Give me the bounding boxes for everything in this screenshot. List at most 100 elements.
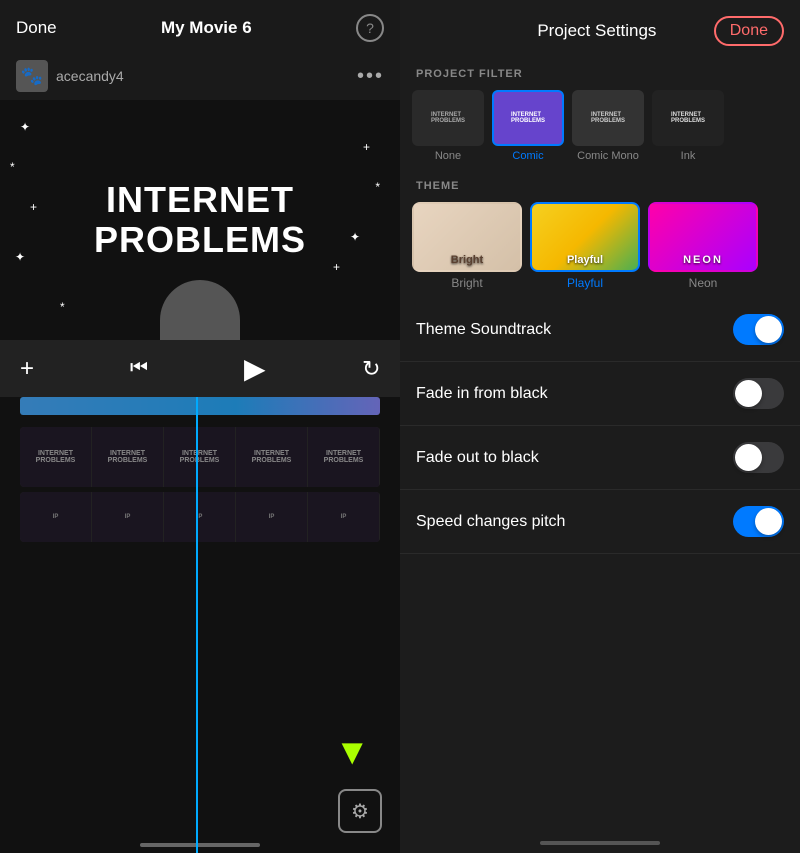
toggle-knob-fade-out <box>735 444 762 471</box>
timeline-area[interactable]: INTERNETPROBLEMS INTERNETPROBLEMS INTERN… <box>0 397 400 853</box>
filter-preview-none: INTERNETPROBLEMS <box>414 92 482 144</box>
video-content: INTERNET PROBLEMS <box>94 180 306 259</box>
star-6: * <box>375 180 380 194</box>
toggle-theme-soundtrack[interactable] <box>733 314 784 345</box>
theme-preview-label-bright: Bright <box>414 254 520 266</box>
toggle-row-theme-soundtrack: Theme Soundtrack <box>400 298 800 362</box>
star-3: + <box>30 200 37 214</box>
filter-label-ink: Ink <box>681 150 696 162</box>
theme-label-playful: Playful <box>567 276 603 290</box>
star-4: ✦ <box>15 250 25 264</box>
toggle-fade-out[interactable] <box>733 442 784 473</box>
star-1: ✦ <box>20 120 30 134</box>
filter-thumb-none: INTERNETPROBLEMS <box>412 90 484 146</box>
home-indicator <box>140 843 260 847</box>
theme-thumb-bright: Bright <box>412 202 522 272</box>
filter-label-comicmono: Comic Mono <box>577 150 639 162</box>
filmstrip-cell-2: IP <box>236 492 308 542</box>
filmstrip-cell-2: IP <box>92 492 164 542</box>
filter-label-none: None <box>435 150 461 162</box>
person-silhouette <box>160 280 240 340</box>
more-menu[interactable]: ••• <box>357 65 384 88</box>
settings-done-button[interactable]: Done <box>714 16 784 46</box>
toggle-label-fade-in: Fade in from black <box>416 385 548 403</box>
toggle-knob-fade-in <box>735 380 762 407</box>
audio-track <box>20 397 380 415</box>
right-panel: Project Settings Done PROJECT FILTER INT… <box>400 0 800 853</box>
theme-item-playful[interactable]: Playful Playful <box>530 202 640 290</box>
user-row: 🐾 acecandy4 ••• <box>0 56 400 100</box>
star-5: + <box>363 140 370 154</box>
theme-scroll: Bright Bright Playful Playful NEON Neon <box>400 198 800 298</box>
video-preview: ✦ * + ✦ + * ✦ + * INTERNET PROBLEMS <box>0 100 400 340</box>
toggle-row-fade-out: Fade out to black <box>400 426 800 490</box>
filter-preview-comicmono: INTERNETPROBLEMS <box>574 92 642 144</box>
star-7: ✦ <box>350 230 360 244</box>
star-8: + <box>333 260 340 274</box>
filmstrip-primary: INTERNETPROBLEMS INTERNETPROBLEMS INTERN… <box>20 427 380 487</box>
filter-item-none[interactable]: INTERNETPROBLEMS None <box>412 90 484 162</box>
filter-scroll: INTERNETPROBLEMS None INTERNETPROBLEMS C… <box>400 86 800 170</box>
theme-label-bright: Bright <box>451 276 482 290</box>
undo-button[interactable]: ↺ <box>362 356 380 382</box>
timeline-cursor <box>196 397 198 853</box>
help-button[interactable]: ? <box>356 14 384 42</box>
done-button[interactable]: Done <box>16 18 57 38</box>
username: acecandy4 <box>48 68 357 84</box>
filter-preview-ink: INTERNETPROBLEMS <box>654 92 722 144</box>
back-button[interactable]: ⏮ <box>130 357 148 380</box>
toggle-knob-speed-pitch <box>755 508 782 535</box>
settings-arrow: ▼ <box>334 731 370 773</box>
theme-label-neon: Neon <box>689 276 718 290</box>
filmstrip-cell: INTERNETPROBLEMS <box>164 427 236 487</box>
filmstrip-cell: INTERNETPROBLEMS <box>308 427 380 487</box>
toggle-label-speed-pitch: Speed changes pitch <box>416 513 565 531</box>
filter-preview-comic: INTERNETPROBLEMS <box>494 92 562 144</box>
theme-preview-label-playful: Playful <box>532 254 638 266</box>
filter-thumb-comic: INTERNETPROBLEMS <box>492 90 564 146</box>
toggle-speed-pitch[interactable] <box>733 506 784 537</box>
theme-thumb-playful: Playful <box>530 202 640 272</box>
theme-section-label: THEME <box>400 170 800 198</box>
settings-button[interactable]: ⚙ <box>338 789 382 833</box>
theme-item-bright[interactable]: Bright Bright <box>412 202 522 290</box>
toggle-knob <box>755 316 782 343</box>
toggle-fade-in[interactable] <box>733 378 784 409</box>
filter-thumb-comicmono: INTERNETPROBLEMS <box>572 90 644 146</box>
filmstrip-cell-2: IP <box>164 492 236 542</box>
star-9: * <box>60 300 65 314</box>
right-header: Project Settings Done <box>400 0 800 58</box>
filmstrip-cell-2: IP <box>20 492 92 542</box>
filter-item-comic[interactable]: INTERNETPROBLEMS Comic <box>492 90 564 162</box>
help-icon: ? <box>366 20 374 36</box>
toggle-row-speed-pitch: Speed changes pitch <box>400 490 800 554</box>
toggle-label-fade-out: Fade out to black <box>416 449 539 467</box>
add-button[interactable]: + <box>20 355 34 383</box>
filter-item-ink[interactable]: INTERNETPROBLEMS Ink <box>652 90 724 162</box>
play-button[interactable]: ▶ <box>244 352 266 385</box>
star-2: * <box>10 160 15 174</box>
filter-label-comic: Comic <box>512 150 543 162</box>
settings-title: Project Settings <box>480 21 714 41</box>
home-bar <box>540 841 660 845</box>
filter-item-comicmono[interactable]: INTERNETPROBLEMS Comic Mono <box>572 90 644 162</box>
filmstrip-cell: INTERNETPROBLEMS <box>20 427 92 487</box>
home-indicator-right <box>400 841 800 853</box>
video-text-line1: INTERNET <box>94 180 306 220</box>
left-header: Done My Movie 6 ? <box>0 0 400 56</box>
theme-item-neon[interactable]: NEON Neon <box>648 202 758 290</box>
playback-controls: + ⏮ ▶ ↺ <box>0 340 400 397</box>
toggle-row-fade-in: Fade in from black <box>400 362 800 426</box>
filmstrip-cell: INTERNETPROBLEMS <box>236 427 308 487</box>
filter-thumb-ink: INTERNETPROBLEMS <box>652 90 724 146</box>
left-panel: Done My Movie 6 ? 🐾 acecandy4 ••• ✦ * + … <box>0 0 400 853</box>
filter-section-label: PROJECT FILTER <box>400 58 800 86</box>
video-text-line2: PROBLEMS <box>94 220 306 260</box>
toggle-label-theme-soundtrack: Theme Soundtrack <box>416 321 551 339</box>
filmstrip-cell-2: IP <box>308 492 380 542</box>
filmstrip-cell: INTERNETPROBLEMS <box>92 427 164 487</box>
theme-thumb-neon: NEON <box>648 202 758 272</box>
video-text: INTERNET PROBLEMS <box>94 180 306 259</box>
avatar: 🐾 <box>16 60 48 92</box>
filmstrip-secondary: IP IP IP IP IP <box>20 492 380 542</box>
